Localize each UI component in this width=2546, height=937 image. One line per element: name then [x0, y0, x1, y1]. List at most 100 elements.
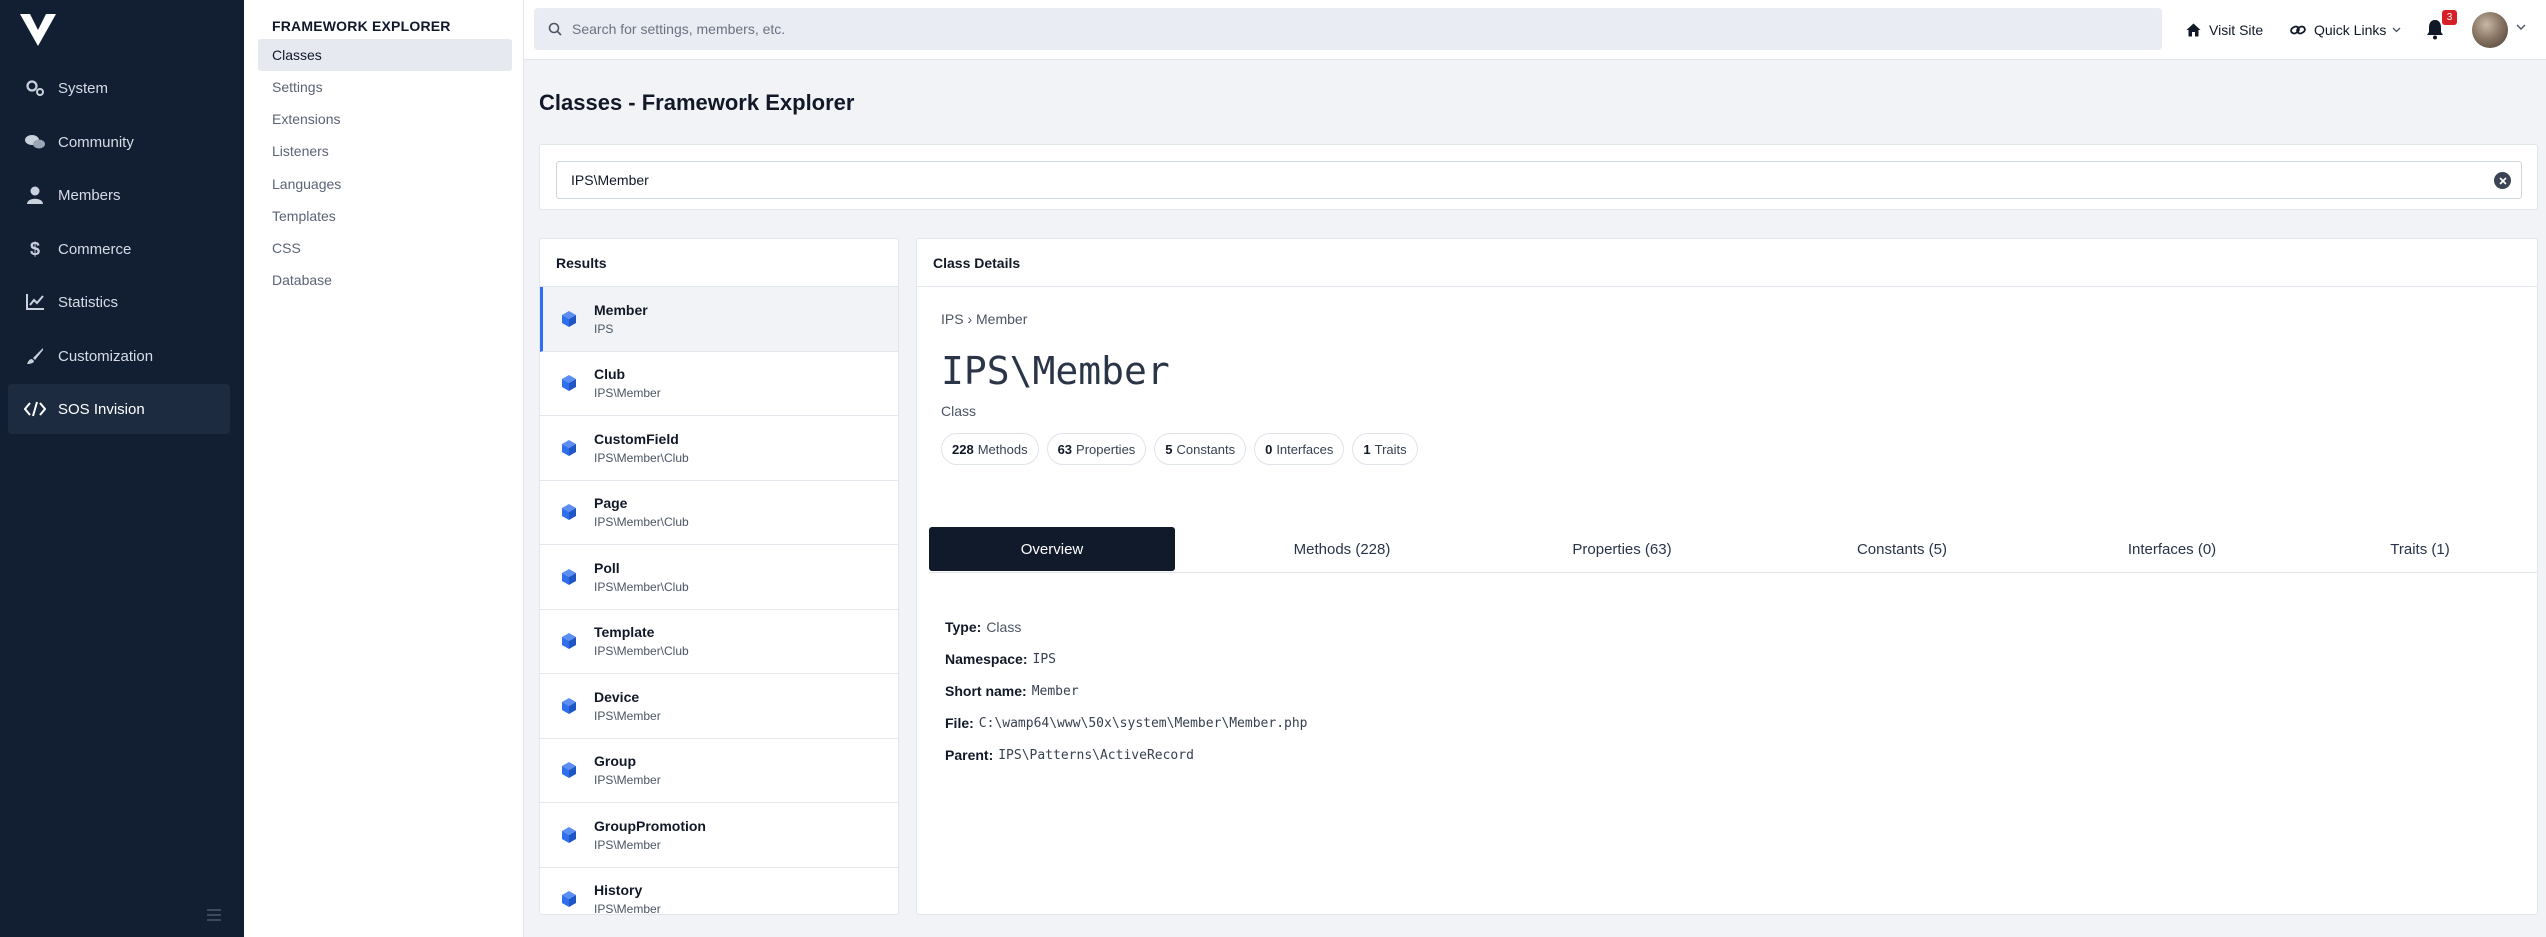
- brush-icon: [24, 345, 46, 367]
- result-item-text: Page IPS\Member\Club: [594, 495, 689, 529]
- tab-interfaces[interactable]: Interfaces (0): [2059, 527, 2285, 571]
- nav-item-sos-invision[interactable]: SOS Invision: [8, 384, 230, 434]
- class-search-value: IPS\Member: [571, 172, 649, 188]
- subnav-item-database[interactable]: Database: [258, 264, 512, 296]
- tab-overview[interactable]: Overview: [929, 527, 1175, 571]
- global-search[interactable]: [534, 8, 2162, 50]
- subnav-item-settings[interactable]: Settings: [258, 71, 512, 103]
- code-icon: [24, 398, 46, 420]
- subnav-heading: FRAMEWORK EXPLORER: [272, 18, 451, 34]
- gears-icon: [24, 77, 46, 99]
- subnav-item-listeners[interactable]: Listeners: [258, 135, 512, 167]
- nav-item-customization[interactable]: Customization: [8, 331, 230, 381]
- stat-badge: 5 Constants: [1154, 433, 1247, 465]
- class-property-row: Namespace: IPS: [945, 643, 1308, 675]
- nav-item-label: Members: [58, 186, 121, 204]
- class-stats: 228 Methods 63 Properties 5 Constants 0 Interfa…: [941, 433, 1418, 465]
- result-item[interactable]: Group IPS\Member: [540, 739, 898, 803]
- main-navigation: System Community Members $ Commerce Stat…: [0, 0, 244, 937]
- result-item[interactable]: Member IPS: [540, 287, 898, 352]
- result-item-name: Page: [594, 495, 628, 512]
- cube-icon: [562, 310, 576, 327]
- comments-icon: [24, 131, 46, 153]
- results-panel: Results Member IPS Club IPS\Member CustomFie…: [539, 238, 899, 915]
- stat-badge: 0 Interfaces: [1254, 433, 1345, 465]
- result-item[interactable]: History IPS\Member: [540, 868, 898, 914]
- class-search-card: IPS\Member: [539, 144, 2538, 210]
- class-property-row: Type: Class: [945, 611, 1308, 643]
- close-icon: [2498, 176, 2507, 185]
- subnav-item-css[interactable]: CSS: [258, 232, 512, 264]
- stat-label: Properties: [1076, 441, 1136, 457]
- tab-constants[interactable]: Constants (5): [1789, 527, 2015, 571]
- collapse-menu-icon[interactable]: [206, 908, 222, 922]
- logo-icon[interactable]: [18, 12, 58, 48]
- search-icon: [548, 22, 562, 36]
- cube-icon: [562, 762, 576, 779]
- result-item-namespace: IPS\Member: [594, 708, 661, 723]
- cube-icon: [562, 504, 576, 521]
- nav-item-system[interactable]: System: [8, 63, 230, 113]
- stat-count: 1: [1363, 441, 1371, 457]
- stat-label: Constants: [1176, 441, 1236, 457]
- class-property-label: Type:: [945, 619, 982, 635]
- subnav-item-extensions[interactable]: Extensions: [258, 103, 512, 135]
- subnav-item-languages[interactable]: Languages: [258, 168, 512, 200]
- visit-site-link[interactable]: Visit Site: [2186, 0, 2263, 60]
- cube-icon: [562, 697, 576, 714]
- result-item[interactable]: Poll IPS\Member\Club: [540, 545, 898, 610]
- stat-count: 0: [1265, 441, 1273, 457]
- result-item-namespace: IPS\Member: [594, 773, 661, 788]
- class-name-title: IPS\Member: [941, 349, 1170, 393]
- nav-item-members[interactable]: Members: [8, 170, 230, 220]
- nav-item-label: Commerce: [58, 240, 132, 258]
- quick-links-dropdown[interactable]: Quick Links: [2290, 0, 2401, 60]
- result-item[interactable]: CustomField IPS\Member\Club: [540, 416, 898, 481]
- class-search-input[interactable]: IPS\Member: [556, 161, 2522, 199]
- result-item-name: Device: [594, 688, 640, 705]
- result-item[interactable]: GroupPromotion IPS\Member: [540, 803, 898, 868]
- tab-methods[interactable]: Methods (228): [1229, 527, 1455, 571]
- result-item-name: Template: [594, 624, 655, 641]
- subnav-item-classes[interactable]: Classes: [258, 39, 512, 71]
- clear-search-button[interactable]: [2494, 172, 2511, 189]
- results-list: Member IPS Club IPS\Member CustomField IPS\Me…: [540, 287, 898, 914]
- nav-item-statistics[interactable]: Statistics: [8, 277, 230, 327]
- tab-properties[interactable]: Properties (63): [1509, 527, 1735, 571]
- class-property-value: Class: [986, 619, 1022, 635]
- result-item-namespace: IPS\Member\Club: [594, 515, 689, 530]
- global-search-input[interactable]: [572, 21, 2072, 37]
- subnav-item-templates[interactable]: Templates: [258, 200, 512, 232]
- result-item-name: GroupPromotion: [594, 817, 706, 834]
- result-item-name: History: [594, 882, 643, 899]
- nav-item-commerce[interactable]: $ Commerce: [8, 224, 230, 274]
- result-item-text: Club IPS\Member: [594, 366, 661, 400]
- result-item[interactable]: Club IPS\Member: [540, 352, 898, 416]
- result-item[interactable]: Device IPS\Member: [540, 674, 898, 739]
- nav-item-label: Statistics: [58, 293, 119, 311]
- results-heading: Results: [540, 239, 898, 287]
- chevron-down-icon[interactable]: [2516, 24, 2526, 31]
- result-item-text: History IPS\Member: [594, 882, 661, 914]
- user-avatar[interactable]: [2472, 12, 2508, 48]
- result-item-namespace: IPS\Member\Club: [594, 450, 689, 465]
- details-tabs: Overview Methods (228) Properties (63) C…: [929, 527, 2537, 573]
- result-item[interactable]: Page IPS\Member\Club: [540, 481, 898, 545]
- class-property-label: File:: [945, 715, 974, 731]
- nav-item-community[interactable]: Community: [8, 117, 230, 167]
- result-item-text: Poll IPS\Member\Club: [594, 560, 689, 594]
- class-property-value: IPS: [1032, 651, 1056, 667]
- result-item-namespace: IPS\Member\Club: [594, 579, 689, 594]
- result-item-name: Poll: [594, 559, 620, 576]
- class-details-heading: Class Details: [917, 239, 2537, 287]
- cube-icon: [562, 439, 576, 456]
- cube-icon: [562, 826, 576, 843]
- cube-icon: [562, 633, 576, 650]
- chevron-down-icon: [2392, 27, 2401, 33]
- result-item-text: Group IPS\Member: [594, 753, 661, 787]
- class-property-label: Namespace:: [945, 651, 1028, 667]
- class-property-value: C:\wamp64\www\50x\system\Member\Member.p…: [978, 715, 1308, 731]
- result-item[interactable]: Template IPS\Member\Club: [540, 610, 898, 674]
- result-item-name: Member: [594, 301, 648, 318]
- tab-traits[interactable]: Traits (1): [2307, 527, 2533, 571]
